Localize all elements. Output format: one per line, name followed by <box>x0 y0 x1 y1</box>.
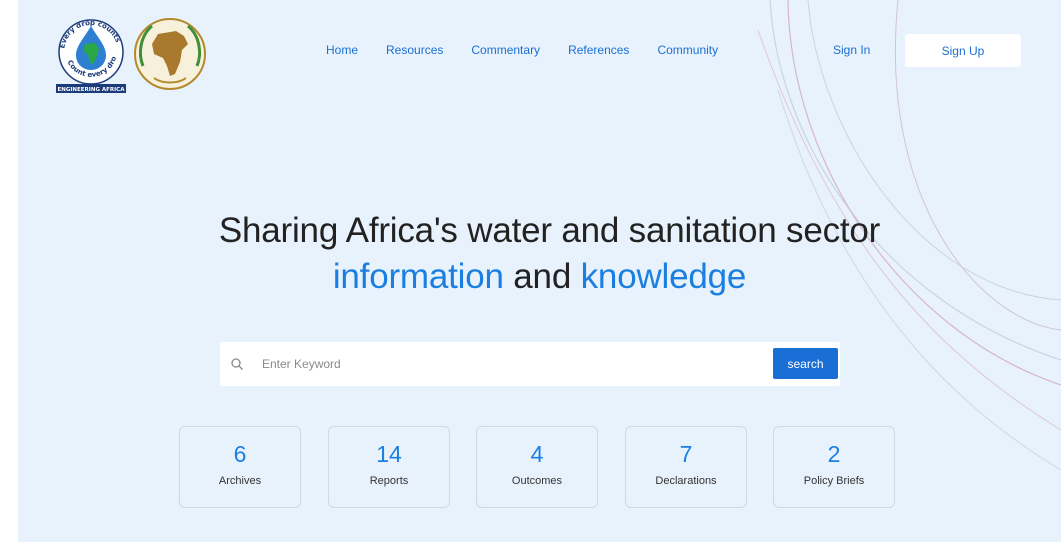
hero-connector: and <box>503 257 581 296</box>
nav-commentary[interactable]: Commentary <box>471 43 540 57</box>
stat-card-policy-briefs[interactable]: 2 Policy Briefs <box>773 426 895 508</box>
search-icon <box>231 358 243 370</box>
stat-value: 14 <box>376 441 402 467</box>
stat-card-declarations[interactable]: 7 Declarations <box>625 426 747 508</box>
hero-highlight-information: information <box>332 257 504 296</box>
stat-value: 6 <box>233 441 247 467</box>
nav-community[interactable]: Community <box>657 43 718 57</box>
bottom-strip <box>0 542 1061 552</box>
stat-label: Policy Briefs <box>803 475 865 487</box>
hero-line-1: Sharing Africa's water and sanitation se… <box>218 211 881 250</box>
stat-card-archives[interactable]: 6 Archives <box>179 426 301 508</box>
hero-heading: Sharing Africa's water and sanitation se… <box>18 208 1061 300</box>
stat-label: Outcomes <box>511 475 563 487</box>
stat-label: Reports <box>369 475 409 487</box>
stat-label: Declarations <box>655 475 717 487</box>
search-input[interactable] <box>262 350 762 378</box>
stat-card-reports[interactable]: 14 Reports <box>328 426 450 508</box>
hero-highlight-knowledge: knowledge <box>580 257 747 296</box>
stat-label: Archives <box>218 475 262 487</box>
nav-references[interactable]: References <box>568 43 629 57</box>
sign-in-link[interactable]: Sign In <box>833 43 870 57</box>
nav-home[interactable]: Home <box>326 43 358 57</box>
main-nav: Home Resources Commentary References Com… <box>326 43 746 57</box>
stat-card-outcomes[interactable]: 4 Outcomes <box>476 426 598 508</box>
hero-line-2: information and knowledge <box>18 254 1061 300</box>
sign-up-button[interactable]: Sign Up <box>905 34 1021 67</box>
search-button[interactable]: search <box>773 348 838 379</box>
page: Every drop counts Count every drop ENGIN… <box>18 0 1061 552</box>
au-emblem-logo <box>134 18 206 90</box>
water-logo: Every drop counts Count every drop ENGIN… <box>52 8 126 93</box>
logo-banner-text: ENGINEERING AFRICA <box>58 87 126 93</box>
search-box: search <box>220 342 840 386</box>
stat-value: 7 <box>679 441 693 467</box>
stat-value: 4 <box>530 441 544 467</box>
stat-value: 2 <box>827 441 841 467</box>
nav-resources[interactable]: Resources <box>386 43 443 57</box>
